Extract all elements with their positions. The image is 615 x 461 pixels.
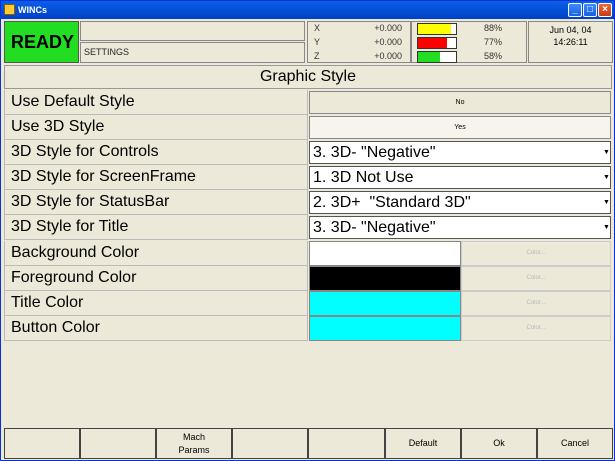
select-value: 2. 3D+ "Standard 3D"	[313, 194, 471, 211]
setting-row-title-color: Title Color Color...	[4, 291, 612, 316]
fkey-label: Default	[408, 438, 438, 448]
date-display: Jun 04, 04	[549, 25, 592, 35]
chevron-down-icon[interactable]: ▼	[603, 167, 610, 188]
axis-label: Y	[314, 37, 321, 47]
axis-value: +0.000	[374, 51, 402, 61]
meter-percent: 77%	[484, 37, 503, 47]
3d-statusbar-select[interactable]: 2. 3D+ "Standard 3D" ▼	[309, 191, 611, 214]
setting-row-button-color: Button Color Color...	[4, 316, 612, 341]
3d-title-select[interactable]: 3. 3D- "Negative" ▼	[309, 216, 611, 239]
maximize-button[interactable]: □	[583, 3, 597, 17]
function-key-4[interactable]	[232, 428, 308, 459]
default-button[interactable]: Default	[385, 428, 461, 459]
setting-label: Background Color	[4, 241, 308, 266]
fkey-label: Ok	[493, 438, 505, 448]
use-3d-style-toggle[interactable]: Yes	[309, 116, 611, 139]
select-value: 3. 3D- "Negative"	[313, 144, 436, 161]
message-line-2: SETTINGS	[80, 42, 305, 63]
meter-track	[417, 37, 457, 49]
meter-track	[417, 51, 457, 63]
title-bar: WINCs _ □ ×	[1, 1, 614, 19]
axis-row-z: Z +0.000	[308, 50, 410, 63]
setting-label: 3D Style for ScreenFrame	[4, 165, 308, 190]
meter-row: 88%	[412, 22, 526, 35]
fkey-label: Cancel	[560, 438, 589, 448]
fkey-label: Mach	[182, 431, 205, 442]
minimize-icon: _	[572, 4, 578, 15]
setting-label: Button Color	[4, 316, 308, 341]
setting-row-background-color: Background Color Color...	[4, 241, 612, 266]
message-line-1	[80, 21, 305, 41]
foreground-color-swatch	[309, 266, 461, 291]
title-color-swatch	[309, 291, 461, 316]
window-title: WINCs	[18, 5, 47, 15]
setting-row-3d-controls: 3D Style for Controls 3. 3D- "Negative" ▼	[4, 140, 612, 165]
meter-fill	[418, 38, 448, 48]
setting-row-3d-screenframe: 3D Style for ScreenFrame 1. 3D Not Use ▼	[4, 165, 612, 190]
chevron-down-icon[interactable]: ▼	[603, 142, 610, 163]
function-key-5[interactable]	[308, 428, 385, 459]
meter-panel: 88% 77% 58%	[411, 21, 527, 63]
setting-row-3d-statusbar: 3D Style for StatusBar 2. 3D+ "Standard …	[4, 190, 612, 215]
maximize-icon: □	[586, 4, 594, 15]
minimize-button[interactable]: _	[568, 3, 582, 17]
background-color-swatch	[309, 241, 461, 266]
axis-value: +0.000	[374, 23, 402, 33]
meter-fill	[418, 52, 441, 62]
axis-row-y: Y +0.000	[308, 36, 410, 49]
setting-label: 3D Style for Title	[4, 215, 308, 240]
background-color-button[interactable]: Color...	[461, 241, 611, 266]
close-button[interactable]: ×	[598, 3, 612, 17]
use-default-style-toggle[interactable]: No	[309, 91, 611, 114]
mach-params-button[interactable]: Mach Params	[156, 428, 232, 459]
foreground-color-button[interactable]: Color...	[461, 266, 611, 291]
title-color-button[interactable]: Color...	[461, 291, 611, 316]
select-value: 1. 3D Not Use	[313, 169, 414, 186]
app-window: WINCs _ □ × READY SETTINGS X +0.000 Y +0…	[0, 0, 615, 461]
chevron-down-icon[interactable]: ▼	[603, 217, 610, 238]
ok-button[interactable]: Ok	[461, 428, 537, 459]
setting-label: 3D Style for StatusBar	[4, 190, 308, 215]
axis-row-x: X +0.000	[308, 22, 410, 35]
3d-controls-select[interactable]: 3. 3D- "Negative" ▼	[309, 141, 611, 164]
axis-value: +0.000	[374, 37, 402, 47]
setting-row-foreground-color: Foreground Color Color...	[4, 266, 612, 291]
app-icon	[4, 4, 15, 15]
chevron-down-icon[interactable]: ▼	[603, 192, 610, 213]
axis-position-panel: X +0.000 Y +0.000 Z +0.000	[307, 21, 411, 63]
close-icon: ×	[602, 4, 608, 15]
setting-row-3d-title: 3D Style for Title 3. 3D- "Negative" ▼	[4, 215, 612, 240]
time-display: 14:26:11	[553, 37, 588, 47]
3d-screenframe-select[interactable]: 1. 3D Not Use ▼	[309, 166, 611, 189]
meter-percent: 58%	[484, 51, 503, 61]
meter-fill	[418, 24, 452, 34]
setting-label: Title Color	[4, 291, 308, 316]
cancel-button[interactable]: Cancel	[537, 428, 613, 459]
setting-row-use-3d-style: Use 3D Style Yes	[4, 115, 612, 140]
meter-percent: 88%	[484, 23, 503, 33]
date-time-panel: Jun 04, 04 14:26:11	[528, 21, 613, 63]
meter-track	[417, 23, 457, 35]
function-key-1[interactable]	[4, 428, 80, 459]
panel-title: Graphic Style	[4, 65, 612, 89]
meter-row: 58%	[412, 50, 526, 63]
status-indicator: READY	[4, 21, 79, 63]
fkey-label: Params	[178, 444, 210, 455]
axis-label: X	[314, 23, 321, 33]
setting-label: Use 3D Style	[4, 115, 308, 140]
select-value: 3. 3D- "Negative"	[313, 219, 436, 236]
meter-row: 77%	[412, 36, 526, 49]
setting-row-use-default-style: Use Default Style No	[4, 90, 612, 115]
setting-label: Use Default Style	[4, 90, 308, 115]
setting-label: Foreground Color	[4, 266, 308, 291]
button-color-swatch	[309, 316, 461, 341]
button-color-button[interactable]: Color...	[461, 316, 611, 341]
axis-label: Z	[314, 51, 320, 61]
function-key-2[interactable]	[80, 428, 156, 459]
setting-label: 3D Style for Controls	[4, 140, 308, 165]
